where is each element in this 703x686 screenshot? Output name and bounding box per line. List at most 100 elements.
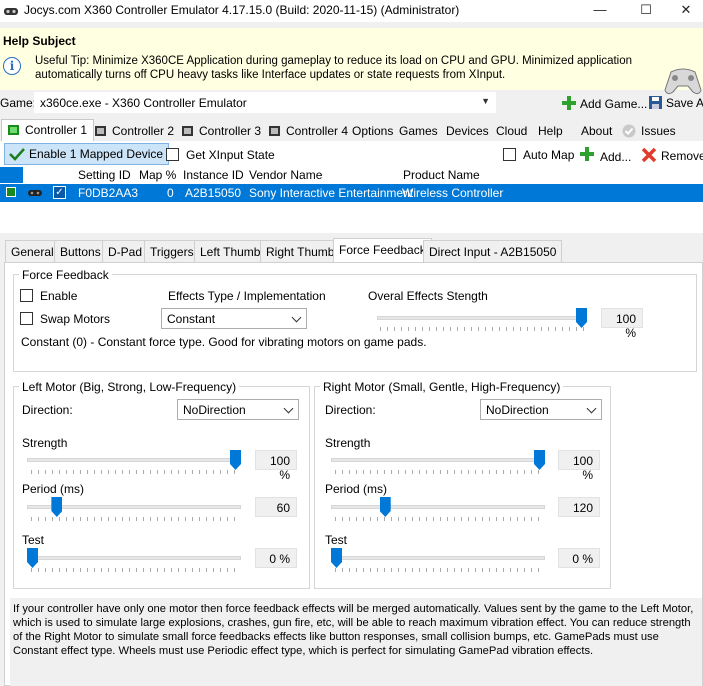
right-direction-select[interactable]: NoDirection	[480, 399, 602, 420]
dropdown-arrow-icon: ▼	[481, 96, 490, 106]
tab-triggers[interactable]: Triggers	[144, 240, 200, 262]
row-enabled-checkbox[interactable]: ✓	[53, 186, 66, 199]
add-label: Add...	[600, 150, 632, 164]
checkbox-box	[166, 148, 179, 161]
check-circle-icon	[622, 124, 636, 138]
col-product-name[interactable]: Product Name	[403, 168, 480, 182]
remove-device-button[interactable]: Remove	[641, 147, 703, 163]
left-test-value[interactable]: 0 %	[255, 548, 297, 568]
checkmark-icon	[9, 148, 25, 161]
effects-type-select[interactable]: Constant	[161, 308, 307, 329]
tab-about[interactable]: About	[574, 120, 619, 140]
controller-green-icon	[6, 187, 16, 197]
add-game-label: Add Game...	[580, 97, 648, 111]
tab-left-thumb[interactable]: Left Thumb	[194, 240, 267, 262]
tab-issues[interactable]: Issues	[615, 120, 683, 140]
right-period-track	[331, 505, 545, 509]
enable-checkbox[interactable]: Enable	[20, 289, 77, 303]
right-direction-value: NoDirection	[486, 403, 549, 417]
right-strength-label: Strength	[325, 436, 371, 450]
get-xinput-state-checkbox[interactable]: Get XInput State	[166, 148, 275, 162]
help-panel: Help Subject i Useful Tip: Minimize X360…	[0, 28, 703, 95]
tab-controller-2[interactable]: Controller 2	[88, 120, 181, 140]
game-select-value: x360ce.exe - X360 Controller Emulator	[40, 96, 247, 110]
tab-label: Controller 4	[286, 124, 349, 138]
right-direction-label: Direction:	[325, 403, 376, 417]
tab-devices[interactable]: Devices	[439, 120, 496, 140]
tab-games[interactable]: Games	[392, 120, 445, 140]
right-strength-value[interactable]: 100 %	[558, 450, 600, 482]
get-xinput-label: Get XInput State	[186, 148, 275, 162]
tab-label: Issues	[641, 124, 676, 138]
chevron-down-icon	[586, 403, 597, 414]
left-period-value[interactable]: 60	[255, 497, 297, 517]
plus-icon	[562, 96, 576, 110]
remove-x-icon	[641, 147, 657, 163]
right-test-value[interactable]: 0 %	[558, 548, 600, 568]
tab-force-feedback[interactable]: Force Feedback	[333, 238, 432, 262]
tab-controller-1[interactable]: Controller 1	[1, 119, 95, 141]
tab-direct-input[interactable]: Direct Input - A2B15050	[423, 240, 563, 262]
swap-motors-checkbox[interactable]: Swap Motors	[20, 312, 110, 326]
tab-label: Controller 3	[199, 124, 262, 138]
tab-help[interactable]: Help	[531, 120, 570, 140]
chevron-down-icon	[291, 312, 302, 323]
row-vendor: Sony Interactive Entertainment	[249, 186, 414, 200]
table-row[interactable]: ✓ F0DB2AA3 0 A2B15050 Sony Interactive E…	[0, 184, 703, 202]
left-test-ticks	[31, 568, 239, 572]
right-test-track	[331, 556, 545, 560]
left-period-label: Period (ms)	[22, 482, 85, 496]
left-period-ticks	[31, 517, 239, 521]
tab-dpad[interactable]: D-Pad	[102, 240, 149, 262]
tab-controller-4[interactable]: Controller 4	[262, 120, 355, 140]
auto-map-checkbox[interactable]: Auto Map	[503, 148, 574, 162]
tab-controller-3[interactable]: Controller 3	[175, 120, 268, 140]
right-motor-legend: Right Motor (Small, Gentle, High-Frequen…	[320, 380, 564, 394]
add-game-button[interactable]: Add Game...	[562, 96, 647, 111]
add-device-button[interactable]: Add...	[580, 147, 631, 164]
tab-label: Controller 1	[25, 123, 88, 137]
minimize-button[interactable]: —	[577, 0, 623, 22]
row-product: Wireless Controller	[402, 186, 504, 200]
chevron-down-icon	[283, 403, 294, 414]
enable-mapped-device-button[interactable]: Enable 1 Mapped Device	[4, 143, 170, 165]
col-vendor-name[interactable]: Vendor Name	[249, 168, 322, 182]
row-instance-id: A2B15050	[185, 186, 242, 200]
info-icon: i	[3, 57, 21, 75]
effects-type-label: Effects Type / Implementation	[168, 289, 326, 303]
grid-header-select	[0, 167, 23, 183]
left-strength-track	[27, 458, 241, 462]
controller-icon	[269, 126, 280, 136]
enable-label: Enable	[40, 289, 78, 303]
overall-strength-ticks	[380, 327, 585, 331]
window-title: Jocys.com X360 Controller Emulator 4.17.…	[24, 3, 460, 17]
col-setting-id[interactable]: Setting ID	[78, 168, 131, 182]
help-text: Useful Tip: Minimize X360CE Application …	[35, 55, 633, 81]
left-strength-value[interactable]: 100 %	[255, 450, 297, 482]
swap-motors-label: Swap Motors	[40, 312, 111, 326]
close-button[interactable]: ✕	[669, 0, 703, 22]
tab-general[interactable]: General	[5, 240, 60, 262]
tab-right-thumb[interactable]: Right Thumb	[260, 240, 341, 262]
tab-cloud[interactable]: Cloud	[489, 120, 534, 140]
title-bar: Jocys.com X360 Controller Emulator 4.17.…	[0, 0, 703, 22]
left-direction-select[interactable]: NoDirection	[177, 399, 299, 420]
help-subject: Help Subject	[3, 34, 76, 48]
col-instance-id[interactable]: Instance ID	[183, 168, 244, 182]
save-button[interactable]: Save Al	[649, 96, 703, 110]
col-map[interactable]: Map %	[139, 168, 176, 182]
remove-label: Remove	[661, 149, 703, 163]
right-period-value[interactable]: 120	[558, 497, 600, 517]
auto-map-label: Auto Map	[523, 148, 575, 162]
tab-buttons[interactable]: Buttons	[54, 240, 107, 262]
checkbox-box	[20, 289, 33, 302]
game-select[interactable]: x360ce.exe - X360 Controller Emulator ▼	[34, 92, 496, 113]
gamepad-icon	[664, 68, 702, 95]
save-label: Save Al	[666, 96, 703, 110]
app-icon	[4, 8, 18, 15]
checkbox-box	[20, 312, 33, 325]
overall-strength-track	[377, 316, 587, 320]
checkbox-box	[503, 148, 516, 161]
maximize-button[interactable]: ☐	[623, 0, 669, 22]
overall-strength-value[interactable]: 100 %	[601, 308, 643, 340]
